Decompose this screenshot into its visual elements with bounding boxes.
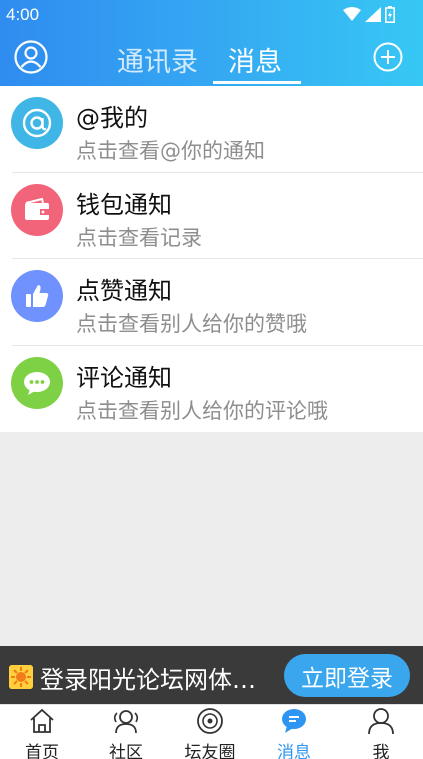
community-icon (113, 710, 139, 734)
thumbs-up-icon (11, 270, 63, 322)
message-title: 钱包通知 (76, 190, 172, 219)
status-icons (343, 6, 395, 23)
message-title: 评论通知 (76, 363, 172, 392)
wallet-icon (11, 183, 63, 236)
status-time: 4:00 (6, 5, 40, 24)
nav-label: 社区 (109, 743, 143, 759)
message-icon (282, 709, 306, 733)
nav-home[interactable]: 首页 (0, 705, 84, 759)
message-row-mentions[interactable]: @我的 点击查看@你的通知 (0, 86, 423, 173)
status-bar: 4:00 (0, 0, 423, 30)
wifi-icon (343, 7, 361, 21)
bottom-nav: 首页 社区 坛友圈 消息 我 (0, 704, 423, 759)
message-list: @我的 点击查看@你的通知 钱包通知 点击查看记录 点赞通知 点击查看别人给你的… (0, 86, 423, 432)
login-banner: 登录阳光论坛网体… 立即登录 (0, 646, 423, 704)
message-row-wallet[interactable]: 钱包通知 点击查看记录 (0, 173, 423, 259)
top-header: 4:00 通讯录 消息 (0, 0, 423, 86)
chat-bubble-icon (11, 356, 63, 409)
login-button[interactable]: 立即登录 (284, 654, 410, 697)
home-icon (30, 708, 54, 733)
profile-icon (368, 708, 394, 735)
nav-messages[interactable]: 消息 (252, 705, 336, 759)
tab-contacts[interactable]: 通讯录 (117, 40, 198, 79)
nav-label: 首页 (25, 743, 59, 759)
message-row-comments[interactable]: 评论通知 点击查看别人给你的评论哦 (0, 346, 423, 433)
signal-icon (365, 7, 381, 22)
nav-circle[interactable]: 坛友圈 (168, 705, 252, 759)
sun-logo-icon (9, 665, 33, 689)
banner-text: 登录阳光论坛网体… (40, 666, 256, 694)
message-subtitle: 点击查看别人给你的评论哦 (76, 398, 328, 423)
message-subtitle: 点击查看别人给你的赞哦 (76, 312, 307, 336)
nav-label: 我 (372, 743, 390, 759)
message-title: 点赞通知 (76, 277, 172, 305)
message-title: @我的 (76, 104, 148, 132)
message-row-likes[interactable]: 点赞通知 点击查看别人给你的赞哦 (0, 259, 423, 346)
battery-icon (385, 6, 395, 23)
nav-community[interactable]: 社区 (84, 705, 168, 759)
add-icon[interactable] (373, 42, 403, 72)
nav-profile[interactable]: 我 (339, 705, 423, 759)
header-tabs: 通讯录 消息 (0, 36, 423, 86)
active-tab-indicator (213, 81, 301, 84)
tab-messages[interactable]: 消息 (228, 40, 282, 79)
circle-icon (197, 708, 223, 734)
nav-label: 坛友圈 (184, 743, 236, 759)
at-icon (11, 97, 63, 149)
message-subtitle: 点击查看记录 (76, 225, 202, 250)
message-subtitle: 点击查看@你的通知 (76, 139, 265, 163)
nav-label: 消息 (277, 743, 311, 759)
